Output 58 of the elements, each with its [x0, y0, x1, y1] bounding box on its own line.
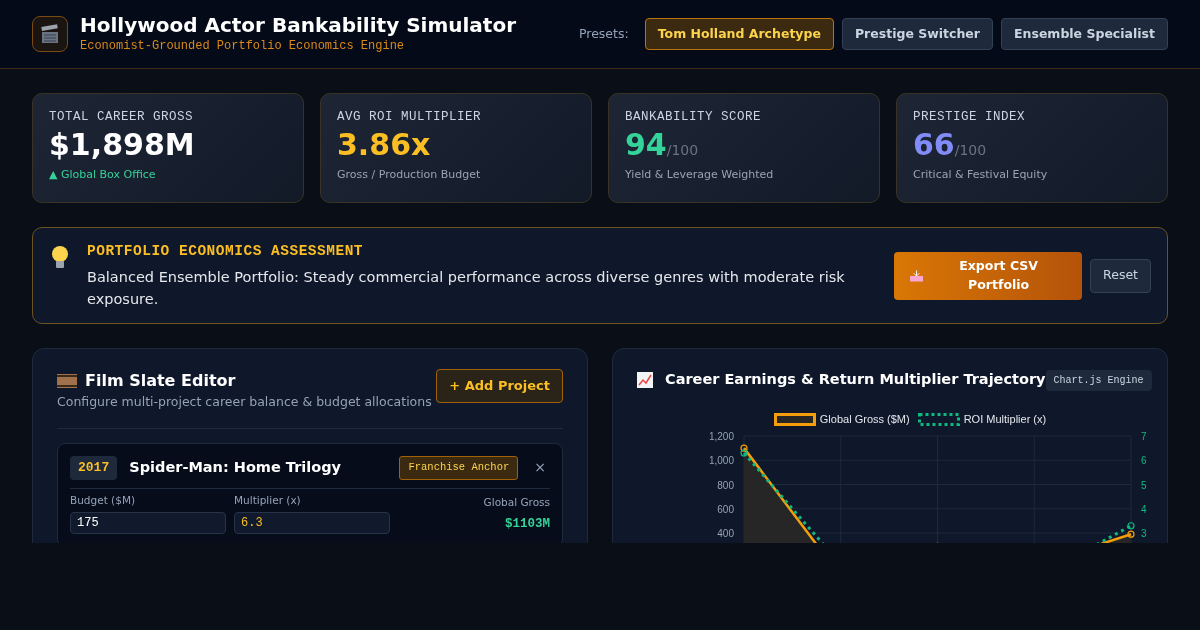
- axis-tick-label: 400: [717, 527, 734, 539]
- gross-value: $1103M: [504, 515, 550, 533]
- app-subtitle: Economist-Grounded Portfolio Economics Engine: [80, 38, 406, 55]
- legend-label: Global Gross ($M): [819, 412, 910, 427]
- axis-tick-label: 5: [1141, 479, 1147, 490]
- stat-scale: /100: [666, 141, 699, 160]
- stat-note: Gross / Production Budget: [337, 166, 482, 183]
- stat-label: TOTAL CAREER GROSS: [49, 109, 195, 126]
- project-tag: Franchise Anchor: [399, 456, 519, 480]
- axis-tick-label: 1,200: [708, 430, 734, 442]
- multiplier-field[interactable]: 6.3: [234, 511, 390, 534]
- lightbulb-icon: [49, 245, 71, 271]
- preset-button[interactable]: Tom Holland Archetype: [644, 17, 834, 51]
- stat-value: 3.86x: [337, 126, 431, 163]
- stat-value: $1,898M: [49, 126, 195, 163]
- chart-icon: [637, 372, 653, 389]
- stat-scale: /100: [954, 141, 987, 160]
- stat-note: Critical & Festival Equity: [913, 166, 1049, 183]
- tray-icon: [910, 269, 924, 282]
- chart-title: Career Earnings & Return Multiplier Trajectory: [665, 370, 1046, 390]
- legend-swatch: [917, 412, 960, 426]
- field-label: Budget ($M): [70, 492, 137, 508]
- film-strip-icon: [57, 374, 77, 389]
- panel-title: Film Slate Editor: [85, 370, 236, 393]
- export-button[interactable]: Export CSV Portfolio: [894, 251, 1083, 300]
- stat-value: 66: [913, 126, 955, 163]
- stat-label: PRESTIGE INDEX: [913, 109, 1027, 126]
- reset-button[interactable]: Reset: [1090, 258, 1151, 293]
- field-label: Multiplier (x): [234, 492, 302, 508]
- clapperboard-icon: [32, 16, 68, 52]
- legend-swatch: [773, 412, 816, 426]
- app-title: Hollywood Actor Bankability Simulator: [80, 13, 516, 37]
- axis-tick-label: 4: [1141, 503, 1147, 515]
- legend-label: ROI Multiplier (x): [963, 412, 1047, 427]
- preset-button[interactable]: Prestige Switcher: [841, 17, 993, 51]
- axis-tick-label: 6: [1141, 454, 1147, 466]
- project-year: 2017: [70, 456, 118, 480]
- gross-label: Global Gross: [483, 495, 550, 510]
- preset-button[interactable]: Ensemble Specialist: [1001, 17, 1168, 51]
- engine-badge: Chart.js Engine: [1045, 369, 1152, 391]
- stat-note: Yield & Leverage Weighted: [625, 166, 775, 183]
- budget-field[interactable]: 175: [70, 511, 226, 534]
- stat-value: 94: [625, 126, 667, 163]
- axis-tick-label: 600: [717, 503, 734, 515]
- stat-label: AVG ROI MULTIPLIER: [337, 109, 483, 126]
- panel-subtitle: Configure multi-project career balance & budget allocations: [57, 393, 432, 412]
- axis-tick-label: 3: [1141, 527, 1147, 539]
- stat-label: BANKABILITY SCORE: [625, 109, 763, 126]
- remove-button[interactable]: ×: [530, 457, 550, 479]
- presets-label: Presets:: [579, 24, 629, 43]
- axis-tick-label: 7: [1141, 430, 1147, 442]
- project-title: Spider-Man: Home Trilogy: [129, 458, 342, 477]
- stat-note: ▲ Global Box Office: [49, 166, 157, 183]
- add-project-button[interactable]: + Add Project: [436, 369, 563, 403]
- assessment-title: PORTFOLIO ECONOMICS ASSESSMENT: [87, 242, 365, 261]
- axis-tick-label: 800: [717, 479, 734, 490]
- assessment-text: Balanced Ensemble Portfolio: Steady commercial performance across diverse genres with moderate risk exposure.: [87, 267, 846, 309]
- axis-tick-label: 1,000: [708, 454, 734, 466]
